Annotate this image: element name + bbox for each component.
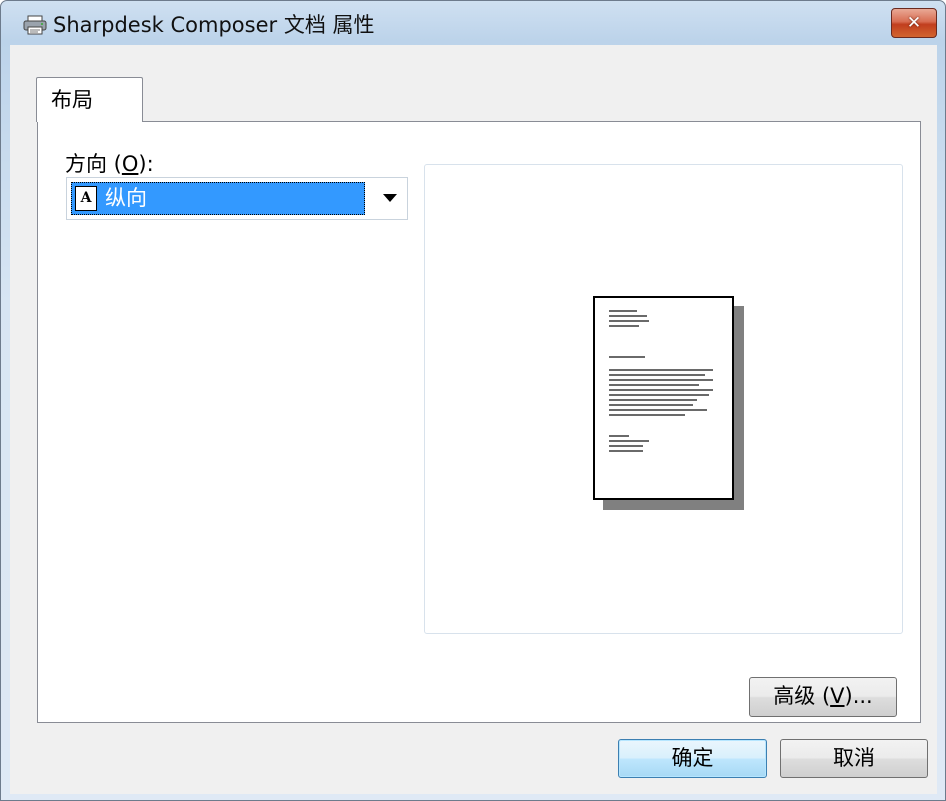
orientation-label: 方向 (O): [65,152,154,176]
cancel-button[interactable]: 取消 [780,739,928,778]
title-bar[interactable]: Sharpdesk Composer 文档 属性 ✕ [1,1,945,45]
portrait-page-icon: A [75,186,97,211]
ok-button[interactable]: 确定 [618,739,767,778]
advanced-button[interactable]: 高级 (V)... [749,677,897,717]
dropdown-arrow-icon[interactable] [383,194,397,202]
dialog-client: 布局 方向 (O): A 纵向 高级 (V)... 确定 取消 [10,45,937,794]
close-button[interactable]: ✕ [891,8,937,38]
portrait-page-preview [593,296,734,500]
orientation-select[interactable]: A 纵向 [66,177,408,220]
tab-panel-layout: 方向 (O): A 纵向 高级 (V)... [37,121,921,723]
window-title: Sharpdesk Composer 文档 属性 [53,13,375,37]
printer-icon [23,15,47,35]
close-icon: ✕ [906,13,922,33]
orientation-preview [424,164,903,634]
orientation-selected-item: A 纵向 [71,182,365,215]
orientation-value: 纵向 [105,186,147,210]
tab-layout[interactable]: 布局 [36,77,143,122]
tab-layout-label: 布局 [51,88,93,112]
dialog-window: Sharpdesk Composer 文档 属性 ✕ 布局 方向 (O): A … [0,0,946,801]
